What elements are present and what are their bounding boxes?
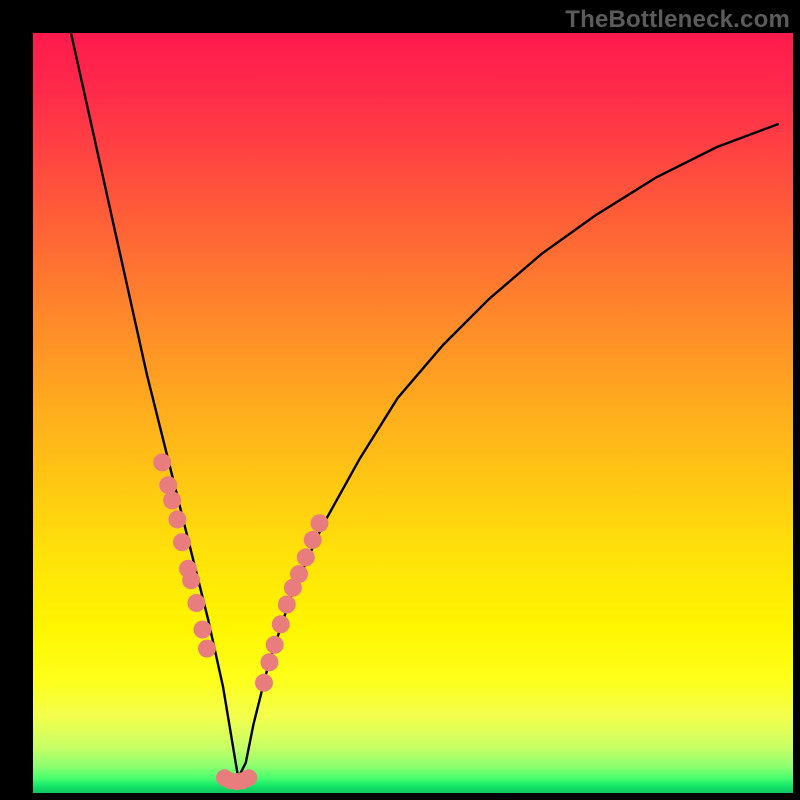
data-dot — [240, 769, 257, 786]
data-dot — [311, 514, 329, 532]
data-dot — [255, 674, 273, 692]
data-dot — [260, 653, 278, 671]
data-dot — [182, 571, 200, 589]
data-dot — [194, 621, 212, 639]
data-dot — [278, 596, 296, 614]
bottleneck-curve — [71, 33, 778, 778]
data-dot — [187, 594, 205, 612]
data-dot — [168, 510, 186, 528]
data-dot — [304, 531, 322, 549]
data-dot — [163, 491, 181, 509]
chart-frame: TheBottleneck.com — [0, 0, 800, 800]
watermark-text: TheBottleneck.com — [565, 6, 790, 34]
data-dots — [153, 453, 328, 790]
chart-svg — [33, 33, 793, 793]
data-dot — [198, 640, 216, 658]
plot-area — [33, 33, 793, 793]
data-dot — [266, 636, 284, 654]
data-dot — [173, 533, 191, 551]
data-dot — [290, 565, 308, 583]
data-dot — [272, 615, 290, 633]
data-dot — [297, 548, 315, 566]
data-dot — [159, 476, 177, 494]
data-dot — [153, 453, 171, 471]
